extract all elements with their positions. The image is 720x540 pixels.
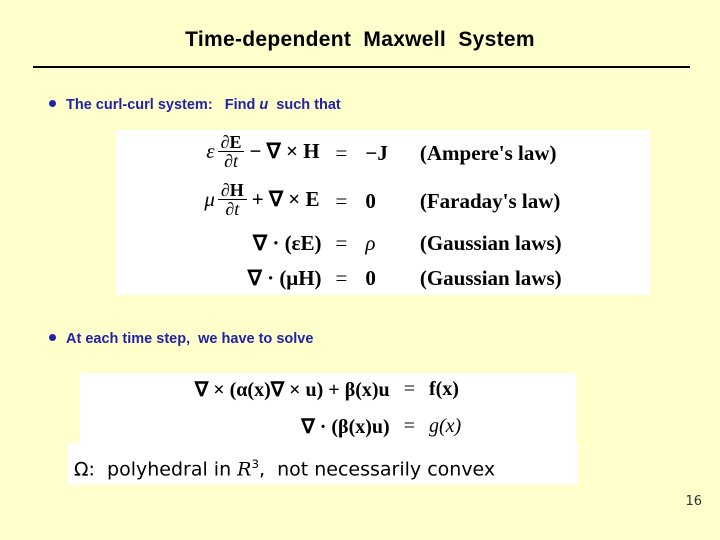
maxwell-row-2-lhs: μ ∂H ∂t + ∇ × E	[204, 180, 321, 220]
equation-image-curl-curl-system: ∇ × (α(x)∇ × u) + β(x)u = f(x) ∇ · (β(x)…	[80, 373, 576, 443]
maxwell-row-4-note: (Gaussian laws)	[419, 265, 562, 290]
page-title: Time-dependent Maxwell System	[185, 28, 535, 51]
maxwell-row-2-coefficient: μ	[204, 187, 215, 212]
curl-curl-row-1-rhs: f(x)	[428, 378, 459, 401]
maxwell-row-1-fraction-numerator: ∂E	[220, 132, 242, 153]
maxwell-row-1-note: (Ampere's law)	[419, 140, 557, 165]
bullet-1-text-after: such that	[268, 97, 341, 113]
bullet-item-curl-curl-system: The curl-curl system: Find u such that	[49, 97, 341, 113]
equation-image-domain-note: Ω: polyhedral in R3, not necessarily con…	[68, 443, 578, 485]
maxwell-row-1-relation: =	[335, 140, 348, 165]
bullet-1-italic-variable: u	[259, 97, 269, 113]
maxwell-row-4-relation: =	[335, 265, 348, 290]
domain-note-text-before: : polyhedral in	[88, 458, 238, 481]
curl-curl-row-1-lhs: ∇ × (α(x)∇ × u) + β(x)u	[194, 379, 390, 402]
slide-canvas: Time-dependent Maxwell System The curl-c…	[0, 0, 720, 540]
curl-curl-row-2-rhs: g(x)	[428, 414, 462, 437]
bullet-1-text-before: The curl-curl system: Find	[66, 97, 260, 113]
maxwell-row-3-note: (Gaussian laws)	[419, 230, 562, 255]
maxwell-row-3-relation: =	[335, 230, 348, 255]
maxwell-equation-grid: ε ∂E ∂t − ∇ × H = −J (Ampere's law) μ ∂H ∂t + …	[116, 130, 650, 295]
curl-curl-row-1-relation: =	[403, 378, 415, 401]
curl-curl-row-2-lhs: ∇ · (β(x)u)	[301, 415, 390, 438]
maxwell-row-2-fraction-denominator: ∂t	[217, 199, 247, 219]
bullet-2-text-before: At each time step, we have to solve	[66, 331, 314, 347]
maxwell-row-1-coefficient: ε	[206, 138, 215, 163]
curl-curl-row-2-relation: =	[403, 414, 415, 437]
omega-symbol: Ω	[74, 458, 89, 481]
maxwell-row-1-fraction-denominator: ∂t	[217, 151, 245, 171]
maxwell-row-1-lhs: ε ∂E ∂t − ∇ × H	[204, 132, 321, 172]
bullet-dot-icon	[49, 100, 56, 107]
maxwell-row-1-rhs: −J	[365, 140, 388, 165]
maxwell-row-4-lhs: ∇ · (μH)	[247, 265, 322, 290]
domain-note-text-after: , not necessarily convex	[258, 458, 496, 481]
page-number: 16	[685, 494, 702, 509]
maxwell-row-2-relation: =	[335, 188, 348, 213]
maxwell-row-2-lhs-rest: + ∇ × E	[251, 187, 320, 212]
domain-note-text: Ω: polyhedral in R3, not necessarily con…	[68, 443, 578, 490]
domain-note-variable: R	[237, 458, 252, 481]
maxwell-row-2-fraction: ∂H ∂t	[217, 180, 247, 219]
maxwell-row-3-lhs: ∇ · (εE)	[253, 230, 322, 255]
curl-curl-equation-grid: ∇ × (α(x)∇ × u) + β(x)u = f(x) ∇ · (β(x)…	[80, 373, 576, 443]
bullet-item-time-step: At each time step, we have to solve	[49, 331, 313, 347]
maxwell-row-1-fraction: ∂E ∂t	[217, 132, 245, 171]
maxwell-row-2-fraction-numerator: ∂H	[220, 180, 244, 201]
bullet-dot-icon	[49, 334, 56, 341]
maxwell-row-2-note: (Faraday's law)	[419, 188, 561, 213]
maxwell-row-4-rhs: 0	[365, 265, 376, 290]
maxwell-row-3-rhs: ρ	[365, 230, 376, 255]
title-divider	[33, 66, 690, 68]
maxwell-row-1-lhs-rest: − ∇ × H	[249, 138, 320, 163]
equation-image-maxwell-system: ε ∂E ∂t − ∇ × H = −J (Ampere's law) μ ∂H ∂t + …	[116, 130, 650, 295]
domain-note-exponent: 3	[251, 457, 259, 471]
maxwell-row-2-rhs: 0	[365, 188, 376, 213]
